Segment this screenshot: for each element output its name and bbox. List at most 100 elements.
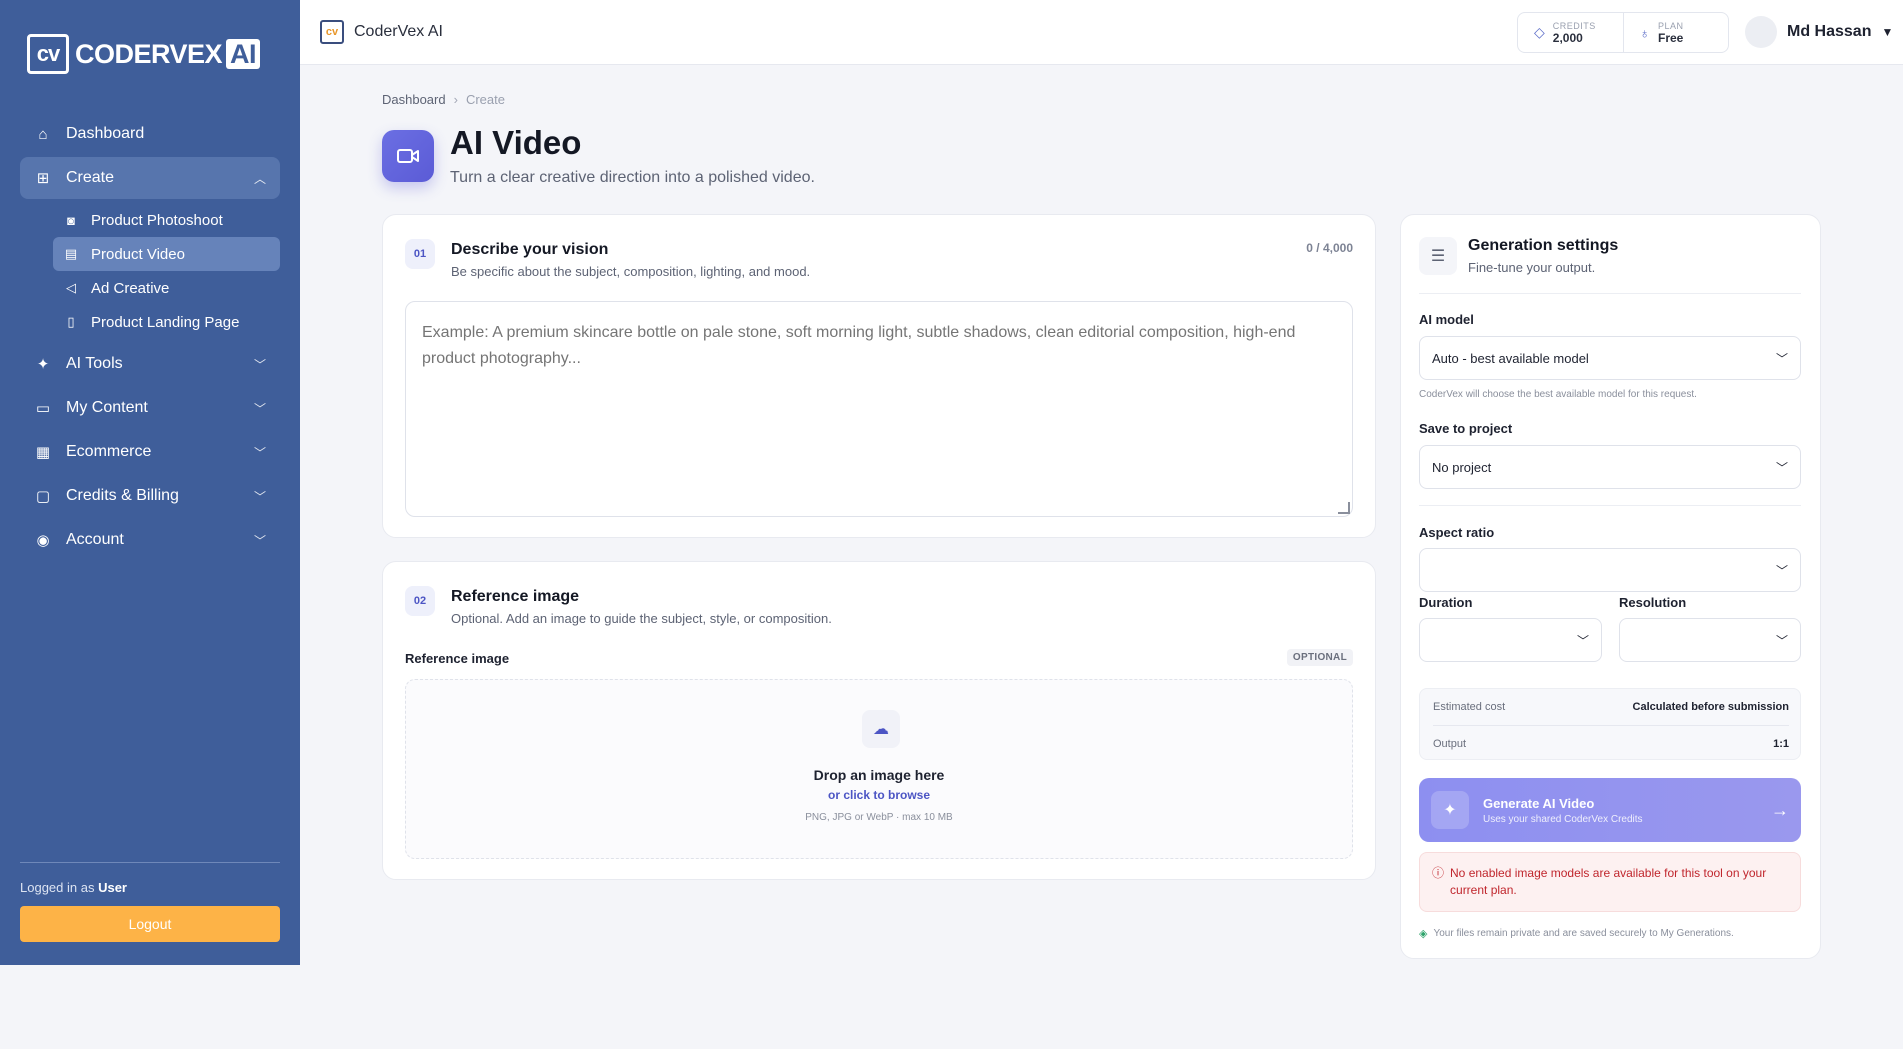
sidebar: cv CODERVEX AI ⌂ Dashboard ⊞ Create ︿ ◙ P… xyxy=(0,0,300,965)
shield-check-icon: ◈ xyxy=(1419,928,1428,940)
chevron-up-icon: ︿ xyxy=(253,171,266,186)
chevron-right-icon: › xyxy=(453,92,458,107)
avatar xyxy=(1745,16,1777,48)
logo-mark-icon: cv xyxy=(27,34,69,74)
sidebar-item-label: My Content xyxy=(66,399,148,416)
home-icon: ⌂ xyxy=(38,125,48,143)
alert-circle-icon: ⓘ xyxy=(1432,866,1445,880)
plan-value: Free xyxy=(1658,30,1684,45)
browse-link[interactable]: or click to browse xyxy=(406,788,1352,802)
sidebar-subitem-product-video[interactable]: ▤ Product Video xyxy=(53,237,280,271)
model-select[interactable]: Auto - best available model ﹀ xyxy=(1419,336,1801,380)
logo-ai-badge: AI xyxy=(226,38,261,69)
chevron-down-icon: ﹀ xyxy=(1576,633,1589,648)
upload-cloud-icon: ☁ xyxy=(862,710,900,748)
chevron-down-icon: ﹀ xyxy=(1775,351,1788,366)
header-brand[interactable]: cv CoderVex AI xyxy=(320,20,443,44)
error-alert: ⓘ No enabled image models are available … xyxy=(1419,852,1801,912)
sidebar-item-ai-tools[interactable]: ✦ AI Tools ﹀ xyxy=(20,343,280,385)
sidebar-item-label: Account xyxy=(66,531,124,548)
drop-title: Drop an image here xyxy=(813,767,945,783)
credits-stat[interactable]: ◇ CREDITS 2,000 xyxy=(1518,13,1623,52)
resolution-select[interactable]: ﹀ xyxy=(1619,618,1801,662)
user-circle-icon: ◉ xyxy=(36,532,50,549)
sidebar-item-label: AI Tools xyxy=(66,355,123,372)
sidebar-item-label: Ecommerce xyxy=(66,443,152,460)
sidebar-item-account[interactable]: ◉ Account ﹀ xyxy=(20,519,280,561)
breadcrumb-dashboard[interactable]: Dashboard xyxy=(382,92,446,107)
drop-hint: PNG, JPG or WebP · max 10 MB xyxy=(805,812,953,823)
folder-icon: ▭ xyxy=(35,400,51,417)
vision-prompt-input[interactable] xyxy=(405,301,1353,517)
chevron-down-icon: ﹀ xyxy=(253,401,266,416)
reference-card: 02 Reference image Optional. Add an imag… xyxy=(382,561,1376,880)
caret-down-icon: ▼ xyxy=(1881,25,1894,39)
page-subtitle: Turn a clear creative direction into a p… xyxy=(450,169,815,186)
model-value: Auto - best available model xyxy=(1432,350,1589,366)
sidebar-item-ecommerce[interactable]: ▦ Ecommerce ﹀ xyxy=(20,431,280,473)
chevron-down-icon: ﹀ xyxy=(1775,563,1788,578)
plan-label: PLAN xyxy=(1658,20,1684,31)
logged-in-text: Logged in as User xyxy=(20,880,280,895)
sidebar-item-my-content[interactable]: ▭ My Content ﹀ xyxy=(20,387,280,429)
aspect-ratio-label: Aspect ratio xyxy=(1419,525,1495,540)
cost-summary: Estimated cost Calculated before submiss… xyxy=(1419,688,1801,760)
chevron-down-icon: ﹀ xyxy=(253,445,266,460)
sidebar-nav: ⌂ Dashboard ⊞ Create ︿ ◙ Product Photosh… xyxy=(20,113,280,563)
cost-value: Calculated before submission xyxy=(1632,701,1789,713)
megaphone-icon: ◁ xyxy=(66,280,76,295)
sidebar-item-label: Credits & Billing xyxy=(66,487,179,504)
generate-video-button[interactable]: ✦ Generate AI Video Uses your shared Cod… xyxy=(1419,778,1801,842)
sidebar-item-dashboard[interactable]: ⌂ Dashboard xyxy=(20,113,280,155)
resolution-label: Resolution xyxy=(1619,595,1687,610)
resize-handle-icon[interactable] xyxy=(1338,502,1350,514)
settings-title: Generation settings xyxy=(1468,237,1619,254)
diamond-icon: ◇ xyxy=(1534,24,1545,40)
logo[interactable]: cv CODERVEX AI xyxy=(27,34,261,74)
generate-text: Generate AI Video Uses your shared Coder… xyxy=(1483,796,1643,825)
privacy-note: ◈ Your files remain private and are save… xyxy=(1419,927,1734,940)
logged-prefix: Logged in as xyxy=(20,880,95,895)
top-bar: cv CoderVex AI ◇ CREDITS 2,000 ♁ PLAN Fr… xyxy=(300,0,1903,65)
user-menu[interactable]: Md Hassan ▼ xyxy=(1745,16,1893,48)
logo-text: CODERVEX AI xyxy=(75,38,261,70)
sidebar-item-create[interactable]: ⊞ Create ︿ xyxy=(20,157,280,199)
sidebar-subitem-label: Product Photoshoot xyxy=(91,211,223,229)
breadcrumb-create: Create xyxy=(465,92,505,107)
project-select[interactable]: No project ﹀ xyxy=(1419,445,1801,489)
chevron-down-icon: ﹀ xyxy=(253,357,266,372)
chevron-down-icon: ﹀ xyxy=(253,489,266,504)
aspect-ratio-select[interactable]: ﹀ xyxy=(1419,548,1801,592)
sidebar-subitem-product-photoshoot[interactable]: ◙ Product Photoshoot xyxy=(53,203,280,237)
error-message: No enabled image models are available fo… xyxy=(1450,866,1767,897)
sparkle-icon: ✦ xyxy=(1431,791,1469,829)
chevron-down-icon: ﹀ xyxy=(1775,460,1788,475)
film-icon: ▤ xyxy=(64,246,78,261)
sidebar-subitem-ad-creative[interactable]: ◁ Ad Creative xyxy=(53,271,280,305)
sidebar-item-label: Dashboard xyxy=(66,125,145,142)
credits-value: 2,000 xyxy=(1552,30,1583,45)
project-value: No project xyxy=(1432,459,1492,475)
reference-title: Reference image xyxy=(451,588,580,605)
sidebar-subitem-product-landing-page[interactable]: ▯ Product Landing Page xyxy=(53,305,280,339)
sidebar-item-credits-billing[interactable]: ▢ Credits & Billing ﹀ xyxy=(20,475,280,517)
sidebar-item-label: Create xyxy=(66,169,115,186)
duration-label: Duration xyxy=(1419,595,1473,610)
credits-label: CREDITS xyxy=(1552,20,1596,31)
sidebar-subitem-label: Ad Creative xyxy=(91,279,170,297)
logged-user: User xyxy=(98,880,127,895)
video-camera-icon xyxy=(382,130,434,182)
plan-stat[interactable]: ♁ PLAN Free xyxy=(1622,13,1729,52)
character-counter: 0 / 4,000 xyxy=(1306,241,1353,255)
output-label: Output xyxy=(1433,737,1467,750)
output-row: Output 1:1 xyxy=(1433,725,1789,761)
vision-description: Be specific about the subject, compositi… xyxy=(451,264,811,279)
image-dropzone[interactable]: ☁ Drop an image here or click to browse … xyxy=(405,679,1353,859)
divider xyxy=(1419,505,1801,506)
duration-select[interactable]: ﹀ xyxy=(1419,618,1602,662)
chevron-down-icon: ﹀ xyxy=(1775,633,1788,648)
logout-button[interactable]: Logout xyxy=(20,906,280,942)
reference-field-label: Reference image xyxy=(405,651,510,666)
vision-title: Describe your vision xyxy=(451,241,609,258)
step-badge: 01 xyxy=(405,239,435,269)
